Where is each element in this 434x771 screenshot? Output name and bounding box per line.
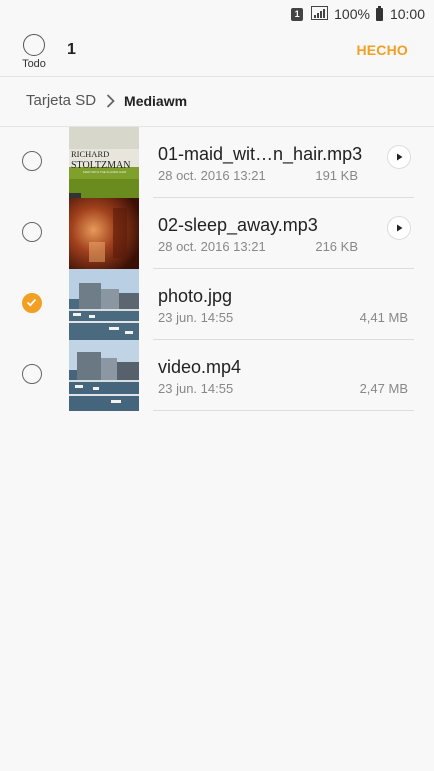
- list-item[interactable]: video.mp4 23 jun. 14:55 2,47 MB: [0, 340, 434, 411]
- file-date: 23 jun. 14:55: [158, 310, 234, 325]
- file-size: 4,41 MB: [359, 310, 408, 325]
- selection-action-bar: Todo 1 HECHO: [0, 28, 434, 76]
- album-subtitle: MAID WITH THE FLAXEN HAIR: [83, 170, 127, 174]
- check-icon: [26, 298, 37, 307]
- battery-icon: [375, 5, 383, 21]
- sim-icon: 1: [291, 7, 304, 21]
- select-all-label: Todo: [22, 58, 46, 70]
- item-checkbox-checked[interactable]: [22, 293, 42, 313]
- item-checkbox[interactable]: [22, 222, 42, 242]
- file-size: 2,47 MB: [359, 381, 408, 396]
- file-date: 23 jun. 14:55: [158, 381, 234, 396]
- item-checkbox[interactable]: [22, 151, 42, 171]
- file-name: 01-maid_wit…n_hair.mp3: [158, 144, 363, 164]
- row-divider: [153, 410, 414, 411]
- album-art-thumbnail: [69, 198, 139, 269]
- breadcrumb: Tarjeta SD Mediawm: [26, 92, 187, 109]
- list-item[interactable]: 02-sleep_away.mp3 28 oct. 2016 13:21 216…: [0, 198, 434, 269]
- play-icon: [397, 224, 403, 232]
- select-all-toggle[interactable]: Todo: [14, 34, 54, 70]
- video-thumbnail: [69, 340, 139, 411]
- breadcrumb-current[interactable]: Mediawm: [124, 93, 187, 109]
- play-button[interactable]: [387, 216, 411, 240]
- chevron-right-icon: [106, 93, 115, 108]
- file-list: RICHARD STOLTZMAN MAID WITH THE FLAXEN H…: [0, 127, 434, 411]
- battery-percent: 100%: [334, 6, 370, 22]
- album-art-thumbnail: RICHARD STOLTZMAN MAID WITH THE FLAXEN H…: [69, 127, 139, 198]
- file-date: 28 oct. 2016 13:21: [158, 239, 266, 254]
- play-button[interactable]: [387, 145, 411, 169]
- file-name: video.mp4: [158, 357, 242, 377]
- clock: 10:00: [389, 6, 425, 22]
- status-bar: 1 100% 10:00: [0, 0, 434, 28]
- done-button[interactable]: HECHO: [356, 42, 408, 58]
- signal-icon: [311, 5, 329, 23]
- breadcrumb-root[interactable]: Tarjeta SD: [26, 92, 96, 109]
- list-item[interactable]: RICHARD STOLTZMAN MAID WITH THE FLAXEN H…: [0, 127, 434, 198]
- file-size: 191 KB: [315, 168, 358, 183]
- header-divider: [0, 76, 434, 77]
- selected-count: 1: [67, 41, 76, 58]
- photo-thumbnail: [69, 269, 139, 340]
- item-checkbox[interactable]: [22, 364, 42, 384]
- list-item[interactable]: photo.jpg 23 jun. 14:55 4,41 MB: [0, 269, 434, 340]
- play-icon: [397, 153, 403, 161]
- file-name: photo.jpg: [158, 286, 233, 306]
- album-artist-line1: RICHARD: [71, 149, 109, 159]
- file-size: 216 KB: [315, 239, 358, 254]
- file-name: 02-sleep_away.mp3: [158, 215, 318, 235]
- file-date: 28 oct. 2016 13:21: [158, 168, 266, 183]
- select-all-checkbox[interactable]: [23, 34, 45, 56]
